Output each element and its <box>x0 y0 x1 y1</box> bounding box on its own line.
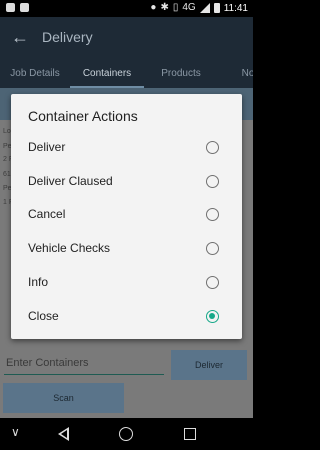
list-text: Lo <box>3 128 11 135</box>
radio-button-checked[interactable] <box>206 310 219 323</box>
signal-icon <box>199 3 210 13</box>
battery-icon <box>213 3 220 13</box>
radio-button[interactable] <box>206 175 219 188</box>
vibrate-icon: ▯ <box>172 2 179 13</box>
tab-products[interactable]: Products <box>144 60 218 88</box>
option-close[interactable]: Close <box>11 300 242 334</box>
navigation-bar: ∨ <box>0 418 253 450</box>
option-cancel[interactable]: Cancel <box>11 198 242 232</box>
option-deliver[interactable]: Deliver <box>11 131 242 165</box>
option-label: Deliver Claused <box>28 174 113 188</box>
status-right-icons: ● ✱ ▯ 4G 11:41 <box>150 2 248 14</box>
radio-button[interactable] <box>206 242 219 255</box>
radio-button[interactable] <box>206 141 219 154</box>
option-label: Cancel <box>28 207 66 221</box>
list-text: 61 <box>3 171 11 178</box>
chevron-down-icon[interactable]: ∨ <box>11 425 20 439</box>
radio-button[interactable] <box>206 208 219 221</box>
option-deliver-claused[interactable]: Deliver Claused <box>11 165 242 199</box>
option-vehicle-checks[interactable]: Vehicle Checks <box>11 232 242 266</box>
recents-square-icon[interactable] <box>184 428 196 440</box>
bluetooth-icon: ✱ <box>160 2 169 13</box>
option-label: Info <box>28 275 49 289</box>
tab-job-details[interactable]: Job Details <box>0 60 70 88</box>
dialog-title: Container Actions <box>28 108 138 124</box>
deliver-button[interactable]: Deliver <box>171 350 247 380</box>
notification-icon <box>6 3 15 12</box>
home-circle-icon[interactable] <box>119 427 133 441</box>
page-title: Delivery <box>42 29 93 45</box>
option-label: Vehicle Checks <box>28 241 111 255</box>
option-label: Deliver <box>28 140 66 154</box>
tab-containers[interactable]: Containers <box>70 60 144 88</box>
location-icon: ● <box>150 2 157 13</box>
radio-button[interactable] <box>206 276 219 289</box>
containers-input[interactable]: Enter Containers <box>4 353 164 375</box>
status-bar: ● ✱ ▯ 4G 11:41 <box>0 0 253 17</box>
tab-bar: Job Details Containers Products No <box>0 60 253 88</box>
option-info[interactable]: Info <box>11 266 242 300</box>
option-label: Close <box>28 309 59 323</box>
network-type: 4G <box>182 2 196 13</box>
back-triangle-icon[interactable] <box>58 427 69 441</box>
clock: 11:41 <box>223 2 248 14</box>
tab-more[interactable]: No <box>218 60 253 88</box>
status-left-icons <box>6 3 29 12</box>
arrow-back-icon[interactable]: ← <box>10 27 30 47</box>
scan-button[interactable]: Scan <box>3 383 124 413</box>
container-actions-dialog: Container Actions Deliver Deliver Clause… <box>11 94 242 339</box>
app-bar: ← Delivery <box>0 17 253 60</box>
android-icon <box>20 3 29 12</box>
